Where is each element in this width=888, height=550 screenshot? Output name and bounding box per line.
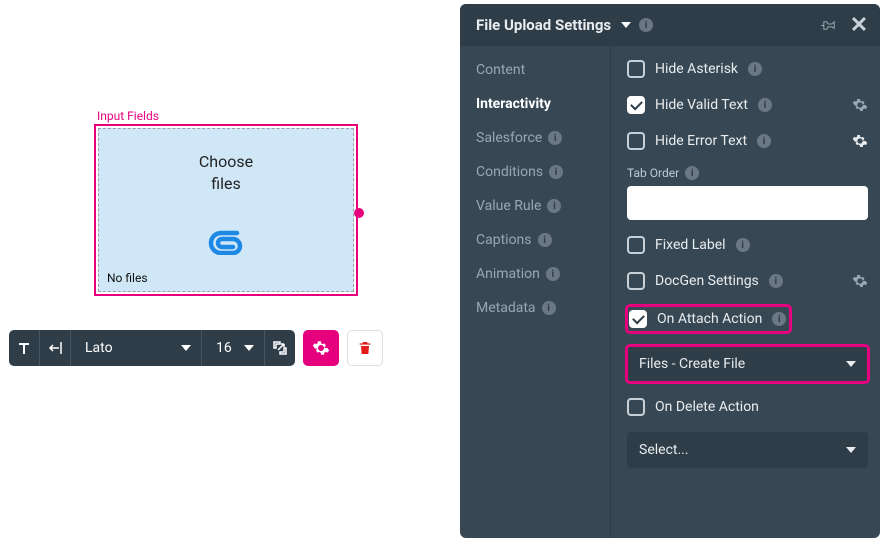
label-on-delete: On Delete Action — [655, 399, 759, 415]
tab-label: Salesforce — [476, 130, 542, 146]
settings-button[interactable] — [303, 330, 339, 366]
checkbox-hide-error[interactable] — [627, 132, 645, 150]
chevron-down-icon — [244, 345, 254, 351]
choose-files-label: Choose files — [99, 151, 353, 194]
chevron-down-icon — [181, 345, 191, 351]
chevron-down-icon — [846, 447, 856, 453]
checkbox-hide-asterisk[interactable] — [627, 60, 645, 78]
attachment-icon — [207, 227, 245, 255]
info-icon[interactable]: i — [736, 238, 750, 252]
highlight-on-attach: On Attach Action i — [627, 306, 790, 332]
label-hide-error: Hide Error Text — [655, 133, 747, 149]
tab-label: Conditions — [476, 164, 543, 180]
tab-label: Interactivity — [476, 96, 551, 112]
component-label: Input Fields — [97, 109, 159, 123]
resize-handle[interactable] — [354, 208, 364, 218]
tab-interactivity[interactable]: Interactivity — [476, 96, 610, 112]
info-icon[interactable]: i — [757, 134, 771, 148]
tab-conditions[interactable]: Conditions i — [476, 164, 610, 180]
no-files-label: No files — [107, 271, 148, 285]
select-attach-action[interactable]: Files - Create File — [627, 346, 868, 382]
tab-animation[interactable]: Animation i — [476, 266, 610, 282]
tab-label: Value Rule — [476, 198, 541, 214]
font-size-value: 16 — [216, 340, 232, 356]
font-size-select[interactable]: 16 — [202, 330, 264, 366]
toolbar-dark-group: Lato 16 — [9, 330, 295, 366]
gear-icon — [312, 339, 330, 357]
settings-body: Hide Asterisk i Hide Valid Text i Hide E… — [610, 46, 880, 538]
tab-label: Content — [476, 62, 525, 78]
format-toolbar: Lato 16 — [9, 330, 383, 366]
label-hide-asterisk: Hide Asterisk — [655, 61, 738, 77]
tabs-list: ContentInteractivitySalesforceiCondition… — [460, 46, 610, 538]
panel-header: File Upload Settings i ✕ — [460, 4, 880, 46]
align-left-button[interactable] — [40, 330, 70, 366]
delete-button[interactable] — [347, 330, 383, 366]
label-on-attach: On Attach Action — [657, 311, 762, 327]
info-icon[interactable]: i — [639, 18, 653, 32]
gear-icon[interactable] — [852, 97, 868, 113]
tab-label: Animation — [476, 266, 540, 282]
input-tab-order[interactable] — [627, 186, 868, 220]
tab-order-section: Tab Order i — [627, 166, 868, 220]
select-delete-value: Select... — [639, 442, 689, 458]
canvas-area: Input Fields Choose files No files — [0, 0, 450, 550]
label-hide-valid: Hide Valid Text — [655, 97, 748, 113]
settings-panel: File Upload Settings i ✕ Content Interact… — [460, 4, 880, 538]
tab-captions[interactable]: Captions i — [476, 232, 610, 248]
file-upload-component[interactable]: Choose files No files — [98, 128, 354, 292]
info-icon[interactable]: i — [546, 267, 560, 281]
checkbox-on-delete[interactable] — [627, 398, 645, 416]
chevron-down-icon — [846, 361, 856, 367]
info-icon[interactable]: i — [758, 98, 772, 112]
row-hide-valid: Hide Valid Text i — [627, 94, 868, 116]
gear-icon[interactable] — [852, 273, 868, 289]
tab-label: Captions — [476, 232, 532, 248]
row-on-attach: On Attach Action i — [629, 308, 786, 330]
info-icon[interactable]: i — [548, 131, 562, 145]
checkbox-docgen[interactable] — [627, 272, 645, 290]
tab-metadata[interactable]: Metadata i — [476, 300, 610, 316]
checkbox-on-attach[interactable] — [629, 310, 647, 328]
label-tab-order-text: Tab Order — [627, 166, 679, 180]
trash-icon — [357, 340, 373, 356]
tab-value-rule[interactable]: Value Rule i — [476, 198, 610, 214]
font-select-value: Lato — [85, 340, 113, 356]
label-fixed-label: Fixed Label — [655, 237, 726, 253]
info-icon[interactable]: i — [538, 233, 552, 247]
pin-icon[interactable] — [818, 14, 840, 36]
label-tab-order: Tab Order i — [627, 166, 868, 180]
close-icon[interactable]: ✕ — [848, 14, 870, 36]
row-docgen: DocGen Settings i — [627, 270, 868, 292]
row-on-delete: On Delete Action — [627, 396, 868, 418]
choose-line1: Choose — [99, 151, 353, 173]
info-icon[interactable]: i — [769, 274, 783, 288]
select-delete-action[interactable]: Select... — [627, 432, 868, 468]
text-tool-button[interactable] — [9, 330, 39, 366]
checkbox-fixed-label[interactable] — [627, 236, 645, 254]
open-external-button[interactable] — [265, 330, 295, 366]
info-icon[interactable]: i — [748, 62, 762, 76]
tab-label: Metadata — [476, 300, 536, 316]
info-icon[interactable]: i — [685, 166, 699, 180]
label-docgen: DocGen Settings — [655, 273, 759, 289]
tab-content[interactable]: Content — [476, 62, 610, 78]
row-fixed-label: Fixed Label i — [627, 234, 868, 256]
row-hide-asterisk: Hide Asterisk i — [627, 58, 868, 80]
choose-line2: files — [99, 173, 353, 195]
font-select[interactable]: Lato — [71, 330, 201, 366]
info-icon[interactable]: i — [547, 199, 561, 213]
select-attach-value: Files - Create File — [639, 356, 745, 372]
chevron-down-icon[interactable] — [621, 22, 631, 28]
info-icon[interactable]: i — [549, 165, 563, 179]
tab-salesforce[interactable]: Salesforce i — [476, 130, 610, 146]
checkbox-hide-valid[interactable] — [627, 96, 645, 114]
info-icon[interactable]: i — [772, 312, 786, 326]
panel-title: File Upload Settings — [476, 16, 611, 34]
gear-icon[interactable] — [852, 133, 868, 149]
info-icon[interactable]: i — [542, 301, 556, 315]
row-hide-error: Hide Error Text i — [627, 130, 868, 152]
